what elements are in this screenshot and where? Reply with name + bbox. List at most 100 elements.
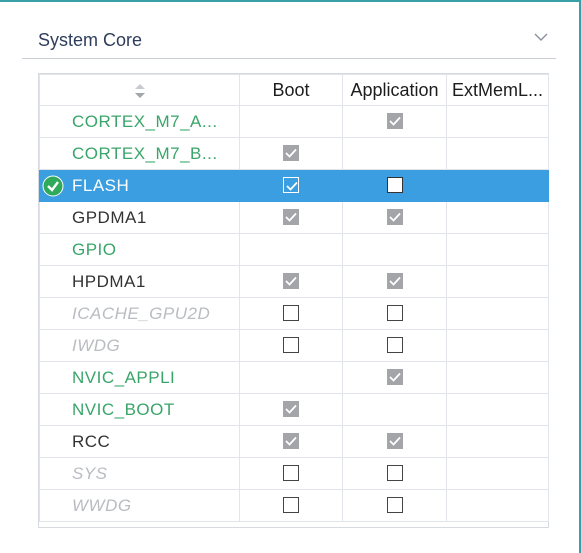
- peripheral-name: GPIO: [72, 239, 117, 259]
- table-row[interactable]: WWDG: [39, 489, 549, 522]
- extmem-cell: [446, 105, 549, 138]
- application-checkbox[interactable]: [386, 305, 403, 322]
- peripheral-name: IWDG: [72, 335, 121, 355]
- application-checkbox[interactable]: [386, 177, 403, 194]
- peripheral-name: NVIC_APPLI: [72, 367, 176, 387]
- application-cell: [342, 393, 447, 426]
- peripheral-name-cell[interactable]: NVIC_APPLI: [39, 361, 240, 394]
- boot-cell: [239, 425, 343, 458]
- extmem-cell: [446, 233, 549, 266]
- table-row[interactable]: NVIC_BOOT: [39, 393, 549, 426]
- boot-checkbox[interactable]: [283, 497, 299, 514]
- application-checkbox[interactable]: [386, 337, 403, 354]
- peripheral-name-cell[interactable]: NVIC_BOOT: [39, 393, 240, 426]
- boot-checkbox: [283, 273, 299, 290]
- boot-checkbox[interactable]: [283, 337, 299, 354]
- table-row[interactable]: IWDG: [39, 329, 549, 362]
- application-checkbox: [386, 113, 403, 130]
- application-cell: [342, 201, 447, 234]
- peripheral-name-cell[interactable]: IWDG: [39, 329, 240, 362]
- peripheral-name-cell[interactable]: FLASH: [39, 169, 240, 202]
- column-header-extmem[interactable]: ExtMemL...: [446, 74, 549, 106]
- peripheral-table: Boot Application ExtMemL... CORTEX_M7_A.…: [38, 73, 549, 528]
- extmem-cell: [446, 169, 549, 202]
- application-checkbox[interactable]: [386, 465, 403, 482]
- table-row[interactable]: CORTEX_M7_B...: [39, 137, 549, 170]
- table-row[interactable]: GPDMA1: [39, 201, 549, 234]
- application-cell: [342, 137, 447, 170]
- boot-cell: [239, 361, 343, 394]
- extmem-cell: [446, 297, 549, 330]
- boot-cell: [239, 233, 343, 266]
- application-checkbox[interactable]: [386, 497, 403, 514]
- boot-cell: [239, 297, 343, 330]
- boot-checkbox[interactable]: [283, 465, 299, 482]
- application-checkbox: [386, 209, 403, 226]
- section-title: System Core: [38, 30, 143, 50]
- application-cell: [342, 457, 447, 490]
- peripheral-name: HPDMA1: [72, 271, 146, 291]
- peripheral-name: CORTEX_M7_A...: [72, 111, 218, 131]
- peripheral-name-cell[interactable]: ICACHE_GPU2D: [39, 297, 240, 330]
- peripheral-name: FLASH: [72, 175, 130, 195]
- peripheral-name-cell[interactable]: HPDMA1: [39, 265, 240, 298]
- peripheral-name-cell[interactable]: SYS: [39, 457, 240, 490]
- boot-checkbox: [283, 209, 299, 226]
- peripheral-name-cell[interactable]: CORTEX_M7_B...: [39, 137, 240, 170]
- table-row[interactable]: FLASH: [39, 169, 549, 202]
- column-header-application[interactable]: Application: [342, 74, 447, 106]
- system-core-panel: System Core Boot Application ExtMemL... …: [2, 2, 579, 551]
- application-cell: [342, 489, 447, 522]
- application-checkbox: [386, 433, 403, 450]
- column-header-name[interactable]: [39, 74, 240, 106]
- table-row[interactable]: NVIC_APPLI: [39, 361, 549, 394]
- peripheral-name: CORTEX_M7_B...: [72, 143, 218, 163]
- boot-cell: [239, 137, 343, 170]
- extmem-cell: [446, 457, 549, 490]
- peripheral-name: NVIC_BOOT: [72, 399, 175, 419]
- chevron-down-icon[interactable]: [534, 32, 548, 42]
- peripheral-name-cell[interactable]: RCC: [39, 425, 240, 458]
- boot-checkbox: [283, 401, 299, 418]
- boot-cell: [239, 201, 343, 234]
- boot-cell: [239, 169, 343, 202]
- peripheral-name: SYS: [72, 463, 108, 483]
- extmem-cell: [446, 201, 549, 234]
- peripheral-name: RCC: [72, 431, 111, 451]
- table-row[interactable]: RCC: [39, 425, 549, 458]
- check-circle-icon: [42, 175, 64, 197]
- application-cell: [342, 329, 447, 362]
- application-cell: [342, 233, 447, 266]
- boot-checkbox[interactable]: [283, 305, 299, 322]
- boot-checkbox[interactable]: [283, 177, 299, 194]
- application-cell: [342, 169, 447, 202]
- peripheral-name: ICACHE_GPU2D: [72, 303, 211, 323]
- extmem-cell: [446, 393, 549, 426]
- application-cell: [342, 265, 447, 298]
- peripheral-name-cell[interactable]: CORTEX_M7_A...: [39, 105, 240, 138]
- table-row[interactable]: SYS: [39, 457, 549, 490]
- peripheral-name: WWDG: [72, 495, 132, 515]
- table-row[interactable]: CORTEX_M7_A...: [39, 105, 549, 138]
- peripheral-name: GPDMA1: [72, 207, 147, 227]
- application-checkbox: [386, 369, 403, 386]
- boot-cell: [239, 105, 343, 138]
- column-header-boot[interactable]: Boot: [239, 74, 343, 106]
- sort-icon[interactable]: [134, 83, 146, 99]
- section-header[interactable]: System Core: [22, 26, 556, 59]
- peripheral-name-cell[interactable]: GPIO: [39, 233, 240, 266]
- peripheral-name-cell[interactable]: WWDG: [39, 489, 240, 522]
- application-cell: [342, 297, 447, 330]
- extmem-cell: [446, 137, 549, 170]
- application-checkbox: [386, 273, 403, 290]
- extmem-cell: [446, 265, 549, 298]
- table-row[interactable]: ICACHE_GPU2D: [39, 297, 549, 330]
- table-row[interactable]: HPDMA1: [39, 265, 549, 298]
- boot-checkbox: [283, 433, 299, 450]
- application-cell: [342, 425, 447, 458]
- peripheral-name-cell[interactable]: GPDMA1: [39, 201, 240, 234]
- boot-cell: [239, 489, 343, 522]
- extmem-cell: [446, 329, 549, 362]
- table-row[interactable]: GPIO: [39, 233, 549, 266]
- boot-cell: [239, 393, 343, 426]
